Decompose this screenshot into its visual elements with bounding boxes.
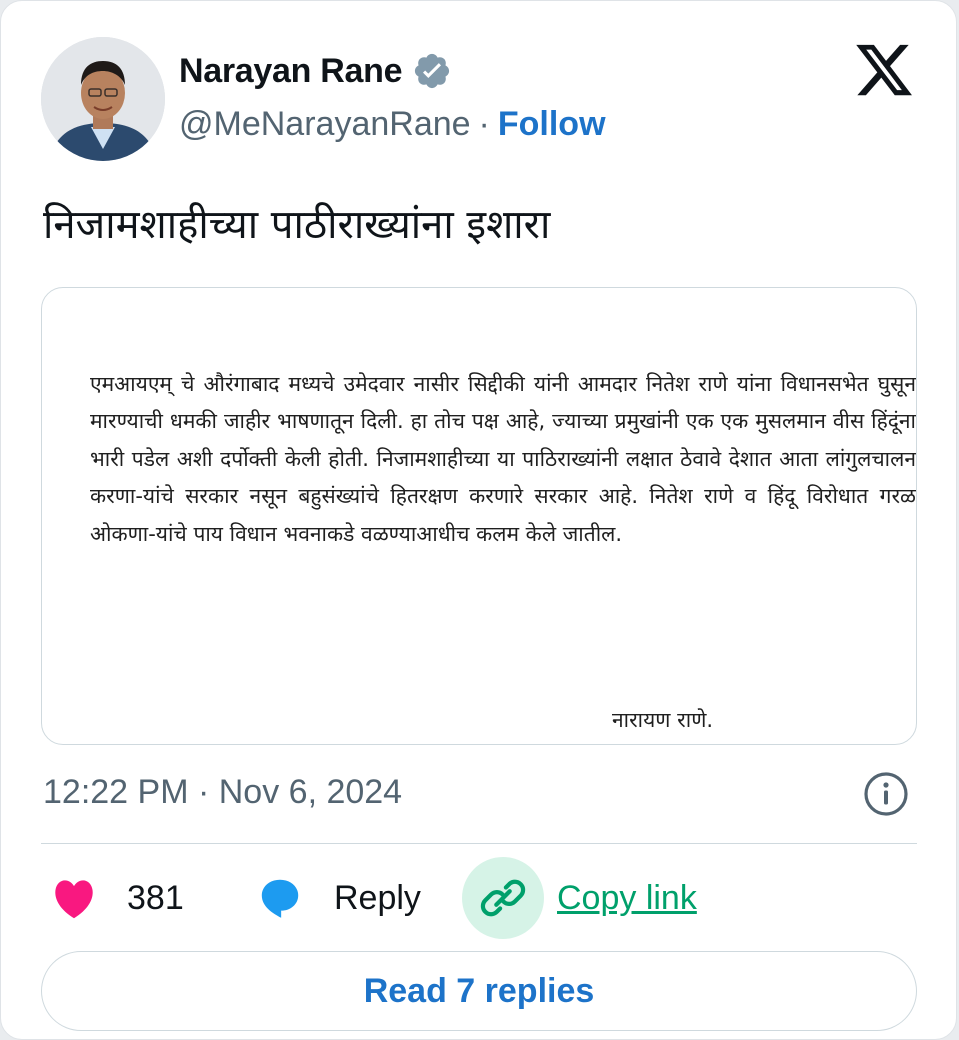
reply-button[interactable]: Reply [334, 875, 421, 921]
copy-link-button[interactable] [462, 857, 544, 939]
link-icon [480, 879, 526, 917]
author-handle[interactable]: @MeNarayanRane [179, 105, 471, 144]
action-bar: 381 Reply Copy link [1, 857, 959, 939]
author-name-row: Narayan Rane [179, 45, 452, 97]
letter-signature: नारायण राणे. [612, 708, 714, 732]
x-logo-icon[interactable] [853, 39, 915, 101]
tweet-media-image[interactable]: एमआयएम् चे औरंगाबाद मध्यचे उमेदवार नासीर… [41, 287, 917, 745]
verified-badge-icon [412, 51, 452, 91]
heart-icon[interactable] [51, 877, 97, 919]
divider [41, 843, 917, 844]
avatar-image [41, 37, 165, 161]
separator-dot: · [478, 104, 490, 143]
copy-link-label[interactable]: Copy link [557, 875, 697, 921]
avatar[interactable] [41, 37, 165, 161]
author-handle-row: @MeNarayanRane · Follow [179, 101, 606, 147]
author-display-name[interactable]: Narayan Rane [179, 52, 402, 91]
reply-bubble-icon[interactable] [257, 875, 303, 921]
tweet-timestamp[interactable]: 12:22 PM · Nov 6, 2024 [43, 769, 402, 815]
follow-button[interactable]: Follow [498, 105, 606, 144]
letter-body: एमआयएम् चे औरंगाबाद मध्यचे उमेदवार नासीर… [90, 372, 916, 546]
like-count[interactable]: 381 [127, 875, 184, 921]
info-icon[interactable] [863, 771, 909, 817]
tweet-card: Narayan Rane @MeNarayanRane · Follow निज… [0, 0, 957, 1040]
read-replies-button[interactable]: Read 7 replies [41, 951, 917, 1031]
tweet-text: निजामशाहीच्या पाठीराख्यांना इशारा [43, 202, 551, 248]
